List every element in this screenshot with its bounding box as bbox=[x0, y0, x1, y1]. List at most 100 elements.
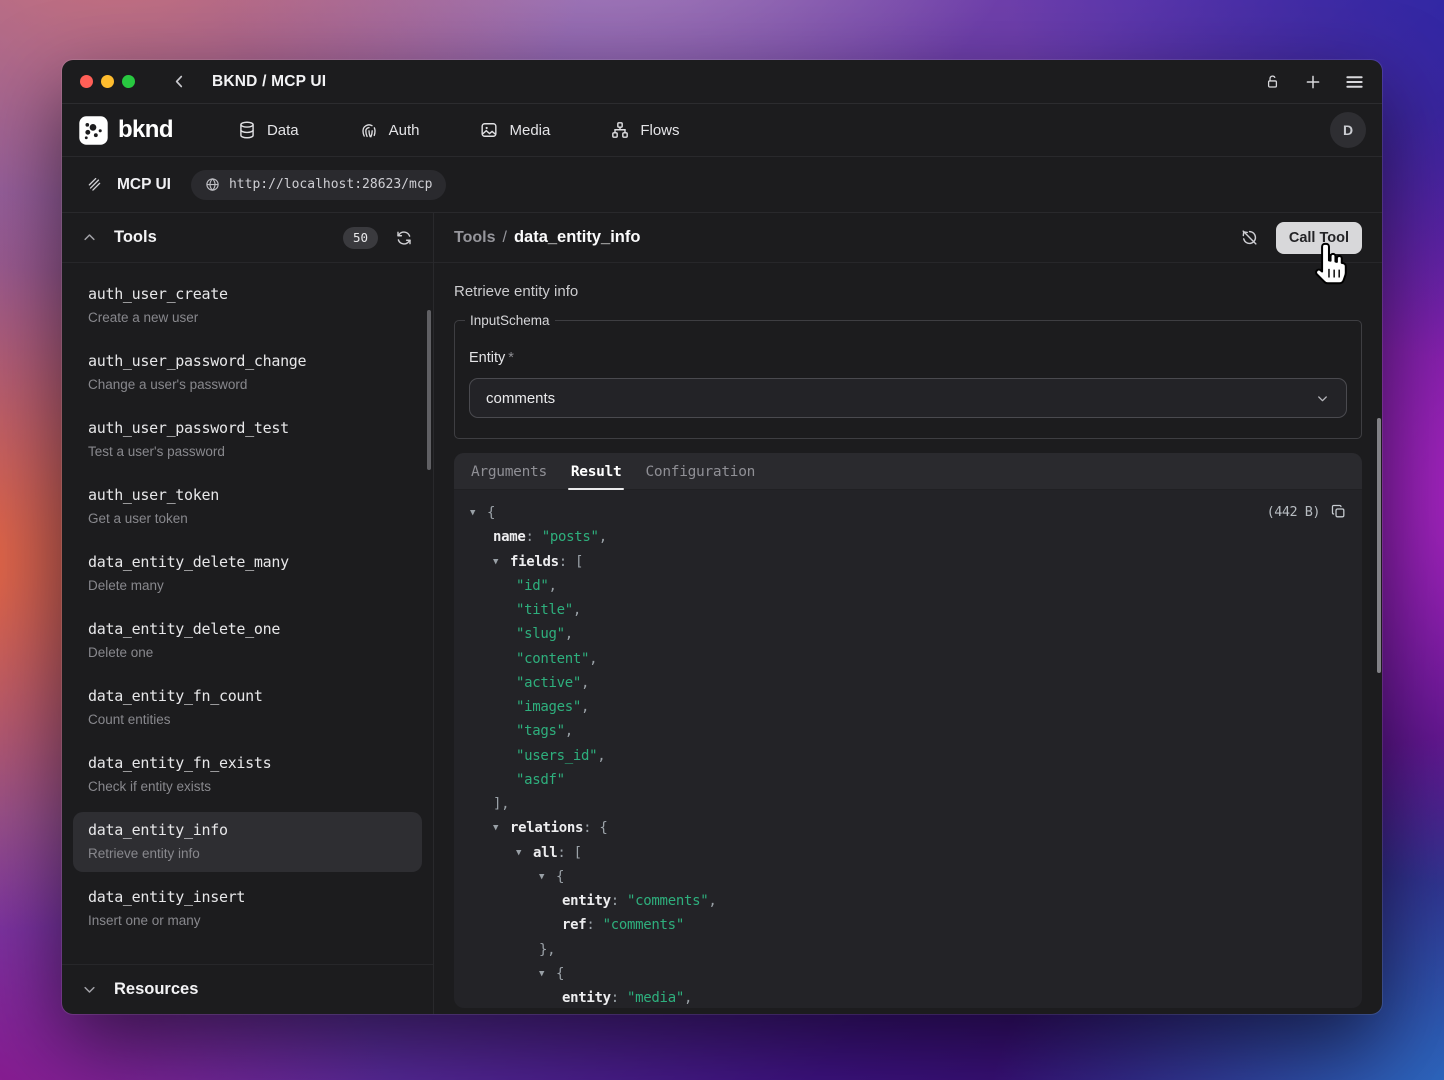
json-line: entity: "media", bbox=[470, 986, 1346, 1008]
json-token-str: "users_id" bbox=[516, 748, 597, 764]
nav-item-label: Flows bbox=[640, 122, 679, 139]
tool-item-name: data_entity_fn_exists bbox=[88, 753, 407, 773]
json-line: "title", bbox=[470, 598, 1346, 622]
tools-header-label: Tools bbox=[114, 228, 157, 247]
mcp-page-title: MCP UI bbox=[117, 176, 171, 194]
entity-select[interactable]: comments bbox=[469, 378, 1347, 418]
tab-arguments[interactable]: Arguments bbox=[471, 464, 547, 489]
json-token-punct: , bbox=[581, 675, 589, 691]
json-line: ▼{ bbox=[470, 501, 1346, 525]
nav-item-label: Auth bbox=[389, 122, 420, 139]
collapse-toggle-icon[interactable]: ▼ bbox=[516, 841, 533, 865]
workflow-icon bbox=[610, 120, 630, 140]
tab-result[interactable]: Result bbox=[571, 464, 622, 489]
tool-item-description: Create a new user bbox=[88, 309, 407, 327]
tool-item-name: data_entity_fn_count bbox=[88, 686, 407, 706]
tools-section-header[interactable]: Tools 50 bbox=[62, 213, 433, 263]
minimize-window-button[interactable] bbox=[101, 75, 114, 88]
zoom-window-button[interactable] bbox=[122, 75, 135, 88]
json-token-punct: : bbox=[611, 990, 627, 1006]
tool-list-item[interactable]: data_entity_insertInsert one or many bbox=[73, 879, 422, 939]
result-tabbar: Arguments Result Configuration bbox=[454, 453, 1362, 490]
tool-item-description: Retrieve entity info bbox=[88, 845, 407, 863]
refresh-tools-button[interactable] bbox=[395, 229, 413, 247]
tool-item-description: Test a user's password bbox=[88, 443, 407, 461]
nav-item-media[interactable]: Media bbox=[479, 120, 550, 140]
json-line: "users_id", bbox=[470, 744, 1346, 768]
tool-item-name: auth_user_password_test bbox=[88, 418, 407, 438]
json-token-punct: : bbox=[611, 893, 627, 909]
chevron-down-icon bbox=[82, 982, 97, 997]
nav-item-flows[interactable]: Flows bbox=[610, 120, 679, 140]
json-line: ▼{ bbox=[470, 962, 1346, 986]
json-line: ref: "comments" bbox=[470, 913, 1346, 937]
json-token-str: "id" bbox=[516, 578, 549, 594]
breadcrumb-current-tool: data_entity_info bbox=[514, 228, 641, 247]
chevron-up-icon bbox=[82, 230, 97, 245]
tool-detail-body: Retrieve entity info InputSchema Entity*… bbox=[434, 263, 1382, 1014]
tool-item-name: auth_user_password_change bbox=[88, 351, 407, 371]
tab-configuration[interactable]: Configuration bbox=[645, 464, 755, 489]
json-token-punct: { bbox=[556, 869, 564, 885]
json-token-key: entity bbox=[562, 893, 611, 909]
json-line: "asdf" bbox=[470, 768, 1346, 792]
mcp-url: http://localhost:28623/mcp bbox=[229, 177, 433, 192]
json-token-key: relations bbox=[510, 820, 583, 836]
new-tab-icon[interactable] bbox=[1304, 73, 1322, 91]
resources-header-label: Resources bbox=[114, 980, 198, 999]
tool-item-name: auth_user_token bbox=[88, 485, 407, 505]
json-token-key: entity bbox=[562, 990, 611, 1006]
collapse-toggle-icon[interactable]: ▼ bbox=[539, 865, 556, 889]
entity-field-label: Entity* bbox=[469, 350, 1347, 366]
lock-open-icon[interactable] bbox=[1264, 73, 1281, 91]
collapse-toggle-icon[interactable]: ▼ bbox=[493, 816, 510, 840]
menu-icon[interactable] bbox=[1345, 74, 1364, 90]
json-token-punct: : { bbox=[583, 820, 607, 836]
tool-list-item[interactable]: data_entity_delete_manyDelete many bbox=[73, 544, 422, 604]
tool-item-description: Count entities bbox=[88, 711, 407, 729]
tool-list-item[interactable]: data_entity_fn_existsCheck if entity exi… bbox=[73, 745, 422, 805]
tool-item-name: data_entity_insert bbox=[88, 887, 407, 907]
collapse-toggle-icon[interactable]: ▼ bbox=[493, 550, 510, 574]
image-icon bbox=[479, 120, 499, 140]
close-window-button[interactable] bbox=[80, 75, 93, 88]
tool-list-item[interactable]: auth_user_createCreate a new user bbox=[73, 276, 422, 336]
sidebar-scrollbar[interactable] bbox=[427, 310, 431, 470]
tools-list: auth_user_createCreate a new user auth_us… bbox=[62, 263, 433, 964]
json-token-str: "comments" bbox=[603, 917, 684, 933]
tool-list-item[interactable]: auth_user_tokenGet a user token bbox=[73, 477, 422, 537]
collapse-toggle-icon[interactable]: ▼ bbox=[539, 962, 556, 986]
window-title: BKND / MCP UI bbox=[212, 73, 326, 91]
tool-list-item[interactable]: data_entity_info Retrieve entity info bbox=[73, 812, 422, 872]
breadcrumb-tools-link[interactable]: Tools bbox=[454, 229, 495, 247]
json-token-punct: , bbox=[565, 626, 573, 642]
nav-item-data[interactable]: Data bbox=[237, 120, 299, 140]
json-token-str: "posts" bbox=[542, 529, 599, 545]
call-tool-button[interactable]: Call Tool bbox=[1276, 222, 1362, 254]
json-line: "tags", bbox=[470, 719, 1346, 743]
json-line: entity: "comments", bbox=[470, 889, 1346, 913]
resources-section-header[interactable]: Resources bbox=[62, 964, 433, 1014]
input-schema-legend: InputSchema bbox=[465, 313, 555, 328]
main-scrollbar[interactable] bbox=[1377, 418, 1381, 673]
tool-list-item[interactable]: auth_user_password_test Test a user's pas… bbox=[73, 410, 422, 470]
user-avatar[interactable]: D bbox=[1330, 112, 1366, 148]
history-off-button[interactable] bbox=[1240, 228, 1259, 247]
tool-item-name: data_entity_info bbox=[88, 820, 407, 840]
back-button[interactable] bbox=[171, 73, 188, 90]
brand-logo[interactable]: bknd bbox=[78, 115, 173, 146]
nav-item-auth[interactable]: Auth bbox=[359, 120, 420, 140]
tool-list-item[interactable]: data_entity_fn_count Count entities bbox=[73, 678, 422, 738]
json-token-punct: ], bbox=[493, 796, 509, 812]
tool-list-item[interactable]: auth_user_password_changeChange a user's… bbox=[73, 343, 422, 403]
json-line: "content", bbox=[470, 647, 1346, 671]
json-token-str: "tags" bbox=[516, 723, 565, 739]
json-token-punct: , bbox=[597, 748, 605, 764]
tool-detail-header: Tools / data_entity_info Call Tool bbox=[434, 213, 1382, 263]
collapse-toggle-icon[interactable]: ▼ bbox=[470, 501, 487, 525]
tool-list-item[interactable]: data_entity_delete_oneDelete one bbox=[73, 611, 422, 671]
copy-result-button[interactable] bbox=[1330, 503, 1347, 520]
tool-item-name: data_entity_delete_one bbox=[88, 619, 407, 639]
json-token-str: "asdf" bbox=[516, 772, 565, 788]
mcp-url-pill[interactable]: http://localhost:28623/mcp bbox=[191, 170, 447, 200]
